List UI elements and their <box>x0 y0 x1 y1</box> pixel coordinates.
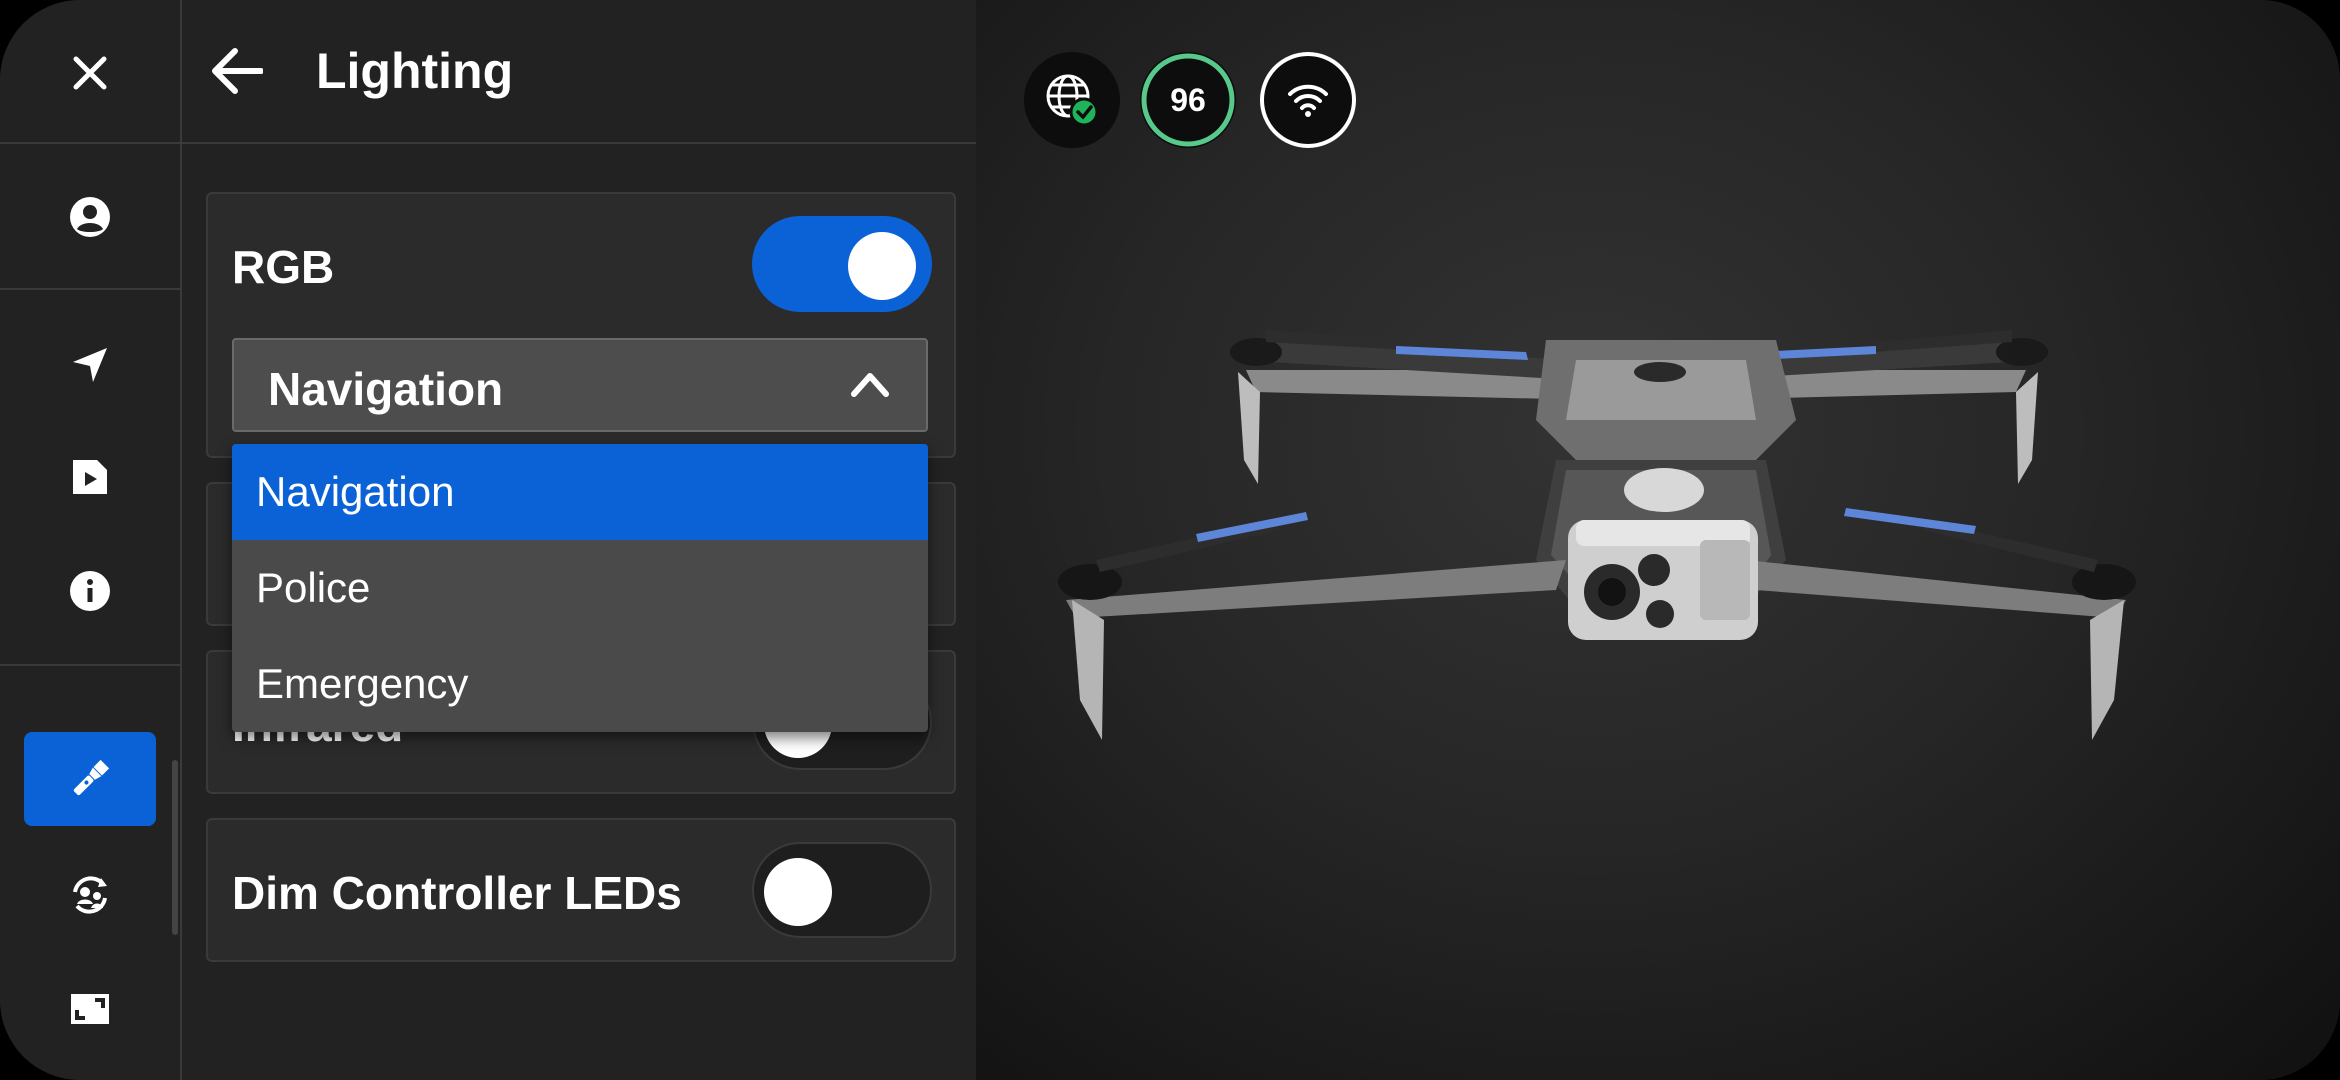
account-icon <box>70 197 110 237</box>
info-button[interactable] <box>24 544 156 638</box>
media-icon <box>73 460 107 494</box>
app-screen: Lighting RGB Navigation Infrared <box>0 0 2340 1080</box>
rgb-mode-dropdown: Navigation Police Emergency <box>232 444 928 732</box>
rgb-mode-value: Navigation <box>268 363 504 415</box>
navigate-button[interactable] <box>24 318 156 412</box>
media-button[interactable] <box>24 430 156 524</box>
divider <box>0 142 180 144</box>
close-icon <box>73 56 107 90</box>
back-arrow-icon <box>212 48 263 94</box>
rgb-label: RGB <box>232 241 335 293</box>
divider <box>0 664 180 666</box>
flashlight-icon <box>73 759 110 796</box>
fullscreen-button[interactable] <box>24 962 156 1056</box>
dropdown-option-police[interactable]: Police <box>232 540 928 636</box>
user-sync-button[interactable] <box>24 848 156 942</box>
dim-leds-toggle[interactable] <box>752 842 932 938</box>
fullscreen-icon <box>71 994 109 1024</box>
back-button[interactable] <box>202 36 272 106</box>
panel-header: Lighting <box>182 0 976 144</box>
info-icon <box>70 571 110 611</box>
rgb-card: RGB Navigation <box>206 192 956 458</box>
dim-leds-card: Dim Controller LEDs <box>206 818 956 962</box>
toggle-knob <box>764 858 832 926</box>
chevron-up-icon <box>851 373 889 397</box>
navigate-icon <box>73 348 107 382</box>
dropdown-option-navigation[interactable]: Navigation <box>232 444 928 540</box>
lighting-button[interactable] <box>24 732 156 826</box>
rgb-toggle[interactable] <box>752 216 932 312</box>
dim-leds-label: Dim Controller LEDs <box>232 867 682 919</box>
nav-rail <box>0 0 182 1080</box>
rgb-mode-select[interactable]: Navigation <box>232 338 928 432</box>
toggle-knob <box>848 232 916 300</box>
user-sync-icon <box>73 876 107 914</box>
close-button[interactable] <box>24 26 156 120</box>
rail-scrollbar[interactable] <box>172 760 178 935</box>
divider <box>0 288 180 290</box>
page-title: Lighting <box>316 43 514 99</box>
account-button[interactable] <box>24 170 156 264</box>
drone-view: 96 <box>976 0 2340 1080</box>
dropdown-option-emergency[interactable]: Emergency <box>232 636 928 732</box>
drone-image <box>1058 330 2136 740</box>
